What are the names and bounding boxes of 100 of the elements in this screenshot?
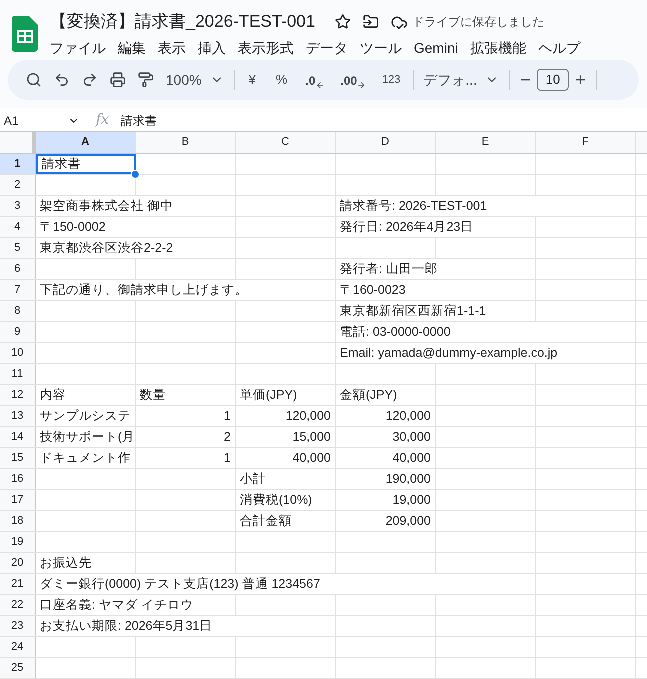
row-header[interactable]: 7 (0, 280, 36, 300)
table-cell[interactable]: 209,000 (336, 511, 436, 531)
row-header[interactable]: 18 (0, 511, 36, 531)
table-cell[interactable]: 40,000 (336, 448, 436, 468)
row-header[interactable]: 4 (0, 217, 36, 237)
column-header[interactable]: D (336, 132, 436, 153)
table-cell[interactable]: 請求番号: 2026-TEST-001 (336, 196, 636, 216)
row-header[interactable]: 8 (0, 301, 36, 321)
table-cell[interactable]: 小計 (236, 469, 336, 489)
row-header[interactable]: 10 (0, 343, 36, 363)
zoom-dropdown[interactable]: 100% (160, 66, 230, 94)
document-title[interactable]: 【変換済】請求書_2026-TEST-001 (50, 9, 316, 35)
decrease-decimal-button[interactable]: .0 (298, 66, 333, 94)
table-cell[interactable]: 単価(JPY) (236, 385, 336, 405)
function-label: fx (94, 111, 110, 130)
row-header[interactable]: 16 (0, 469, 36, 489)
table-cell[interactable]: 〒150-0002 (36, 217, 236, 237)
increase-font-size-button[interactable]: + (569, 66, 592, 94)
currency-button[interactable]: ¥ (238, 66, 266, 94)
table-cell[interactable]: 下記の通り、御請求申し上げます。 (36, 280, 336, 300)
table-cell[interactable]: 架空商事株式会社 御中 (36, 196, 236, 216)
menu-item[interactable]: データ (306, 38, 348, 58)
table-cell[interactable]: 発行者: 山田一郎 (336, 259, 536, 279)
search-icon (26, 72, 42, 88)
number-format-button[interactable]: 123 (374, 66, 409, 94)
menu-item[interactable]: 表示 (158, 38, 186, 58)
menu-item[interactable]: 表示形式 (238, 38, 294, 58)
row-header[interactable]: 3 (0, 196, 36, 216)
row-header[interactable]: 15 (0, 448, 36, 468)
table-cell[interactable]: 請求書 (36, 154, 136, 174)
font-dropdown[interactable]: デフォ... (418, 66, 506, 94)
menu-item[interactable]: ヘルプ (538, 38, 580, 58)
menu-item[interactable]: Gemini (414, 38, 458, 58)
row-header[interactable]: 24 (0, 637, 36, 657)
table-cell[interactable]: お振込先 (36, 553, 136, 573)
fill-handle[interactable] (131, 170, 140, 179)
name-box[interactable]: A1 (0, 112, 88, 130)
row-header[interactable]: 13 (0, 406, 36, 426)
column-header[interactable]: A (36, 132, 136, 153)
table-cell[interactable]: 2 (136, 427, 236, 447)
table-cell[interactable]: 消費税(10%) (236, 490, 336, 510)
table-cell[interactable]: 〒160-0023 (336, 280, 536, 300)
menu-item[interactable]: 拡張機能 (470, 38, 526, 58)
table-cell[interactable]: 1 (136, 406, 236, 426)
menu-item[interactable]: 挿入 (198, 38, 226, 58)
table-cell[interactable]: 技術サポート(月 (36, 427, 136, 447)
row-header[interactable]: 20 (0, 553, 36, 573)
column-header[interactable]: B (136, 132, 236, 153)
table-cell[interactable]: Email: yamada@dummy-example.co.jp (336, 343, 636, 363)
table-cell[interactable]: 東京都新宿区西新宿1-1-1 (336, 301, 536, 321)
row-header[interactable]: 14 (0, 427, 36, 447)
folder-arrow-icon[interactable] (363, 14, 380, 30)
column-header[interactable]: F (536, 132, 636, 153)
table-cell[interactable]: ドキュメント作 (36, 448, 136, 468)
table-cell[interactable]: サンプルシステ (36, 406, 136, 426)
table-cell[interactable]: 数量 (136, 385, 236, 405)
row-header[interactable]: 5 (0, 238, 36, 258)
table-cell[interactable]: 口座名義: ヤマダ イチロウ (36, 595, 236, 615)
row-header[interactable]: 6 (0, 259, 36, 279)
row-header[interactable]: 17 (0, 490, 36, 510)
table-cell[interactable]: 発行日: 2026年4月23日 (336, 217, 536, 237)
table-cell[interactable]: お支払い期限: 2026年5月31日 (36, 616, 336, 636)
table-cell[interactable]: 190,000 (336, 469, 436, 489)
menu-item[interactable]: ツール (360, 38, 402, 58)
redo-icon (82, 72, 98, 88)
table-cell[interactable]: 120,000 (236, 406, 336, 426)
row-header[interactable]: 22 (0, 595, 36, 615)
row-header[interactable]: 12 (0, 385, 36, 405)
decrease-font-size-button[interactable]: − (514, 66, 537, 94)
percent-button[interactable]: % (266, 66, 298, 94)
table-cell[interactable]: ダミー銀行(0000) テスト支店(123) 普通 1234567 (36, 574, 536, 594)
spreadsheet-logo-icon[interactable] (12, 16, 38, 52)
formula-field[interactable]: 請求書 (117, 112, 158, 130)
table-cell[interactable]: 金額(JPY) (336, 385, 436, 405)
table-cell[interactable]: 電話: 03-0000-0000 (336, 322, 636, 342)
row-header[interactable]: 19 (0, 532, 36, 552)
table-cell[interactable]: 19,000 (336, 490, 436, 510)
arrow-right-icon (357, 81, 366, 90)
table-cell[interactable]: 合計金額 (236, 511, 336, 531)
menu-item[interactable]: 編集 (118, 38, 146, 58)
font-size-field[interactable]: 10 (536, 69, 570, 91)
row-header[interactable]: 21 (0, 574, 36, 594)
table-cell[interactable]: 40,000 (236, 448, 336, 468)
column-header[interactable]: C (236, 132, 336, 153)
table-cell[interactable]: 15,000 (236, 427, 336, 447)
star-icon[interactable] (335, 14, 352, 30)
row-header[interactable]: 11 (0, 364, 36, 384)
row-header[interactable]: 25 (0, 658, 36, 678)
row-header[interactable]: 23 (0, 616, 36, 636)
row-header[interactable]: 9 (0, 322, 36, 342)
row-header[interactable]: 1 (0, 154, 36, 174)
row-header[interactable]: 2 (0, 175, 36, 195)
table-cell[interactable]: 1 (136, 448, 236, 468)
table-cell[interactable]: 内容 (36, 385, 136, 405)
table-cell[interactable]: 30,000 (336, 427, 436, 447)
table-cell[interactable]: 120,000 (336, 406, 436, 426)
column-header[interactable]: E (436, 132, 536, 153)
increase-decimal-button[interactable]: .00 (332, 66, 374, 94)
table-cell[interactable]: 東京都渋谷区渋谷2-2-2 (36, 238, 236, 258)
menu-item[interactable]: ファイル (50, 38, 106, 58)
